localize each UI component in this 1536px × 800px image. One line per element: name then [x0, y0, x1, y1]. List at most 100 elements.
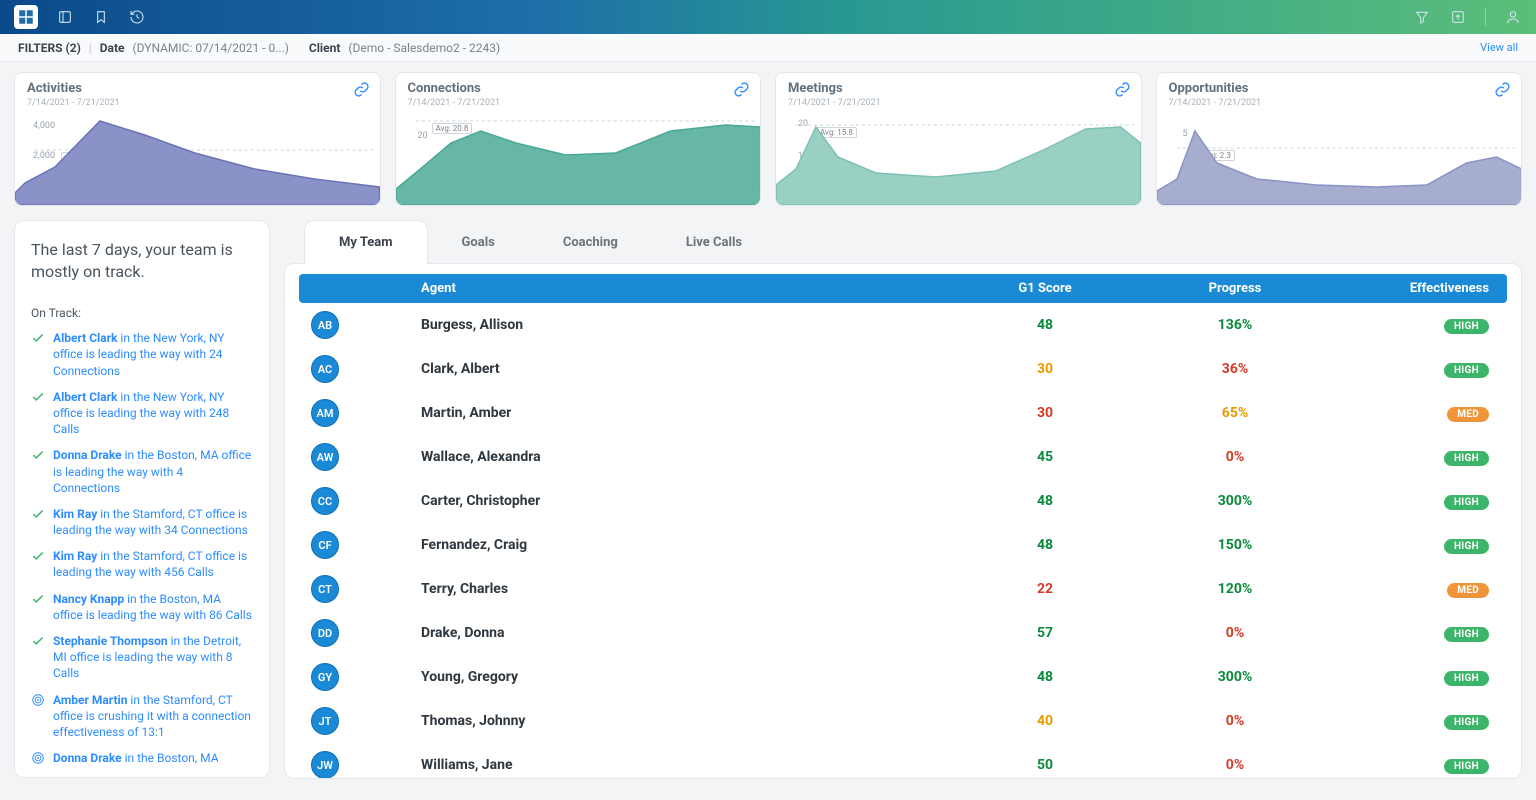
progress-value: 300% [1135, 669, 1335, 685]
export-icon[interactable] [1449, 8, 1467, 26]
table-row[interactable]: AMMartin, Amber3065%MED [299, 391, 1507, 435]
table-row[interactable]: JTThomas, Johnny400%HIGH [299, 699, 1507, 743]
link-icon[interactable] [353, 81, 370, 102]
card-title: Activities [27, 81, 368, 96]
insight-item[interactable]: Albert Clark in the New York, NY office … [31, 330, 253, 379]
summary-card-connections[interactable]: Connections7/14/2021 - 7/21/202120Avg: 2… [395, 72, 762, 206]
area-chart [776, 113, 1141, 205]
insight-item[interactable]: Amber Martin in the Stamford, CT office … [31, 692, 253, 741]
avatar: JW [311, 751, 339, 779]
table-row[interactable]: CTTerry, Charles22120%MED [299, 567, 1507, 611]
progress-value: 120% [1135, 581, 1335, 597]
link-icon[interactable] [733, 81, 750, 102]
check-icon [31, 390, 45, 438]
agent-name: Thomas, Johnny [421, 713, 955, 729]
agent-name: Clark, Albert [421, 361, 955, 377]
col-agent[interactable]: Agent [421, 281, 955, 296]
table-row[interactable]: ACClark, Albert3036%HIGH [299, 347, 1507, 391]
area-chart [15, 113, 380, 205]
progress-value: 0% [1135, 713, 1335, 729]
insight-item[interactable]: Kim Ray in the Stamford, CT office is le… [31, 548, 253, 580]
filter-client-value[interactable]: (Demo - Salesdemo2 - 2243) [348, 41, 500, 55]
tab-live-calls[interactable]: Live Calls [652, 220, 776, 264]
table-row[interactable]: ABBurgess, Allison48136%HIGH [299, 303, 1507, 347]
insight-item[interactable]: Albert Clark in the New York, NY office … [31, 389, 253, 438]
col-effectiveness[interactable]: Effectiveness [1335, 281, 1495, 296]
tabs: My TeamGoalsCoachingLive Calls [304, 220, 1522, 264]
filters-count[interactable]: FILTERS (2) [18, 41, 81, 55]
summary-cards-row: Activities7/14/2021 - 7/21/20214,0002,00… [0, 62, 1536, 210]
card-title: Meetings [788, 81, 1129, 96]
table-row[interactable]: DDDrake, Donna570%HIGH [299, 611, 1507, 655]
card-date: 7/14/2021 - 7/21/2021 [788, 98, 1129, 108]
avatar: JT [311, 707, 339, 735]
avatar: GY [311, 663, 339, 691]
agent-name: Drake, Donna [421, 625, 955, 641]
check-icon [31, 331, 45, 379]
effectiveness-badge: HIGH [1444, 363, 1489, 378]
app-logo[interactable] [14, 5, 38, 29]
link-icon[interactable] [1494, 81, 1511, 102]
table-row[interactable]: JWWilliams, Jane500%HIGH [299, 743, 1507, 779]
effectiveness-badge: HIGH [1444, 451, 1489, 466]
avatar: CF [311, 531, 339, 559]
effectiveness-badge: MED [1447, 407, 1489, 422]
check-icon [31, 634, 45, 682]
g1-score: 48 [955, 669, 1135, 685]
insight-item[interactable]: Donna Drake in the Boston, MA office is … [31, 447, 253, 496]
area-chart [1157, 113, 1522, 205]
avatar: AM [311, 399, 339, 427]
card-date: 7/14/2021 - 7/21/2021 [1169, 98, 1510, 108]
insight-item[interactable]: Donna Drake in the Boston, MA [31, 750, 253, 769]
area-chart [396, 113, 761, 205]
agent-name: Martin, Amber [421, 405, 955, 421]
table-row[interactable]: CCCarter, Christopher48300%HIGH [299, 479, 1507, 523]
user-icon[interactable] [1504, 8, 1522, 26]
insights-sidebar: The last 7 days, your team is mostly on … [14, 220, 270, 778]
tab-goals[interactable]: Goals [428, 220, 529, 264]
summary-card-opportunities[interactable]: Opportunities7/14/2021 - 7/21/20215Avg: … [1156, 72, 1523, 206]
target-icon [31, 751, 45, 769]
history-icon[interactable] [128, 8, 146, 26]
g1-score: 30 [955, 361, 1135, 377]
top-navbar [0, 0, 1536, 34]
filter-date-label: Date [100, 41, 125, 55]
g1-score: 48 [955, 493, 1135, 509]
g1-score: 22 [955, 581, 1135, 597]
insight-item[interactable]: Kim Ray in the Stamford, CT office is le… [31, 506, 253, 538]
col-score[interactable]: G1 Score [955, 281, 1135, 296]
filter-icon[interactable] [1413, 8, 1431, 26]
filter-date-value[interactable]: (DYNAMIC: 07/14/2021 - 0...) [133, 41, 289, 55]
avatar: DD [311, 619, 339, 647]
team-table-card: Agent G1 Score Progress Effectiveness AB… [284, 263, 1522, 779]
progress-value: 0% [1135, 625, 1335, 641]
filter-bar: FILTERS (2) | Date (DYNAMIC: 07/14/2021 … [0, 34, 1536, 62]
progress-value: 150% [1135, 537, 1335, 553]
tab-coaching[interactable]: Coaching [529, 220, 652, 264]
g1-score: 40 [955, 713, 1135, 729]
tab-my-team[interactable]: My Team [304, 220, 428, 264]
sidebar-icon[interactable] [56, 8, 74, 26]
insight-item[interactable]: Nancy Knapp in the Boston, MA office is … [31, 591, 253, 623]
summary-card-activities[interactable]: Activities7/14/2021 - 7/21/20214,0002,00… [14, 72, 381, 206]
effectiveness-badge: HIGH [1444, 627, 1489, 642]
table-row[interactable]: AWWallace, Alexandra450%HIGH [299, 435, 1507, 479]
link-icon[interactable] [1114, 81, 1131, 102]
filter-client-label: Client [309, 41, 340, 55]
table-row[interactable]: GYYoung, Gregory48300%HIGH [299, 655, 1507, 699]
agent-name: Williams, Jane [421, 757, 955, 773]
check-icon [31, 549, 45, 580]
avatar: AC [311, 355, 339, 383]
view-all-link[interactable]: View all [1480, 41, 1518, 54]
card-title: Connections [408, 81, 749, 96]
card-title: Opportunities [1169, 81, 1510, 96]
bookmark-icon[interactable] [92, 8, 110, 26]
card-date: 7/14/2021 - 7/21/2021 [27, 98, 368, 108]
table-row[interactable]: CFFernandez, Craig48150%HIGH [299, 523, 1507, 567]
g1-score: 48 [955, 317, 1135, 333]
col-progress[interactable]: Progress [1135, 281, 1335, 296]
summary-card-meetings[interactable]: Meetings7/14/2021 - 7/21/20212010Avg: 15… [775, 72, 1142, 206]
insight-item[interactable]: Stephanie Thompson in the Detroit, MI of… [31, 633, 253, 682]
insights-subhead: On Track: [31, 306, 253, 320]
progress-value: 0% [1135, 757, 1335, 773]
